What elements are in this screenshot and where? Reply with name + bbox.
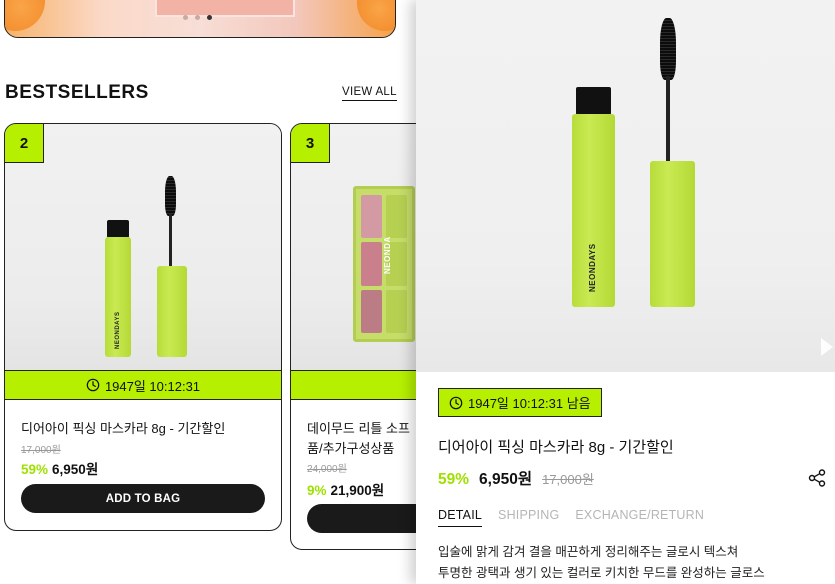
carousel-dot[interactable] [183,15,188,20]
product-box-image [155,0,295,17]
clock-icon [86,378,100,392]
sale-price: 6,950원 [479,471,533,488]
timer-text: 1947일 10:12:31 [104,378,201,394]
brand-text: NEONDA [383,236,392,274]
price-row: 59% 6,950원 [21,458,98,478]
sale-price: 6,950원 [52,462,99,477]
discount-rate: 9% [307,483,327,498]
rank-badge: 2 [5,124,44,163]
sale-price: 21,900원 [330,483,385,498]
tab-exchange-return[interactable]: EXCHANGE/RETURN [575,508,704,527]
carousel-dot-active[interactable] [207,15,212,20]
carousel-dot[interactable] [195,15,200,20]
detail-product-image[interactable]: NEONDAYS [416,0,835,372]
product-name[interactable]: 디어아이 픽싱 마스카라 8g - 기간할인 [21,419,271,439]
product-name: 디어아이 픽싱 마스카라 8g - 기간할인 [438,439,674,456]
orange-image [5,0,45,31]
brand-text: NEONDAYS [115,311,121,349]
mascara-image: NEONDAYS [101,174,191,364]
price-row: 9% 21,900원 [307,479,384,499]
carousel-dots [183,15,212,20]
rank-badge: 3 [291,124,330,163]
brand-text: NEONDAYS [588,243,597,292]
view-all-link[interactable]: VIEW ALL [342,86,397,101]
original-price: 24,000원 [307,464,347,475]
detail-tabs: DETAIL SHIPPING EXCHANGE/RETURN [438,508,704,527]
discount-rate: 59% [438,471,470,488]
price-row: 59% 6,950원 17,000원 [438,467,594,489]
countdown-timer: 1947일 10:12:31 남음 [438,388,602,417]
original-price: 17,000원 [21,445,61,456]
orange-image [357,0,395,31]
product-detail-panel: NEONDAYS 1947일 10:12:31 남음 디어아이 픽싱 마스카라 … [416,0,835,584]
arrow-right-icon[interactable] [821,338,833,356]
tab-detail[interactable]: DETAIL [438,508,483,527]
hero-banner[interactable] [4,0,396,38]
timer-text: 1947일 10:12:31 남음 [468,396,591,411]
countdown-timer: 1947일 10:12:31 [5,370,281,400]
product-image[interactable]: NEONDAYS [5,124,281,370]
share-icon[interactable] [807,468,827,488]
product-card[interactable]: 2 NEONDAYS 1947일 10:12:31 디어아이 픽싱 마스카라 8… [4,123,282,531]
clock-icon [449,396,463,409]
tab-shipping[interactable]: SHIPPING [498,508,559,527]
page: BESTSELLERS VIEW ALL 2 NEONDAYS 1947일 10… [0,0,835,584]
add-to-bag-button[interactable]: ADD TO BAG [21,484,265,513]
section-title: BESTSELLERS [5,82,149,103]
mascara-image: NEONDAYS [566,14,696,314]
original-price: 17,000원 [542,472,594,487]
product-description: 입술에 맑게 감겨 결을 매끈하게 정리해주는 글로시 텍스쳐 투명한 광택과 … [438,545,765,580]
discount-rate: 59% [21,462,49,477]
